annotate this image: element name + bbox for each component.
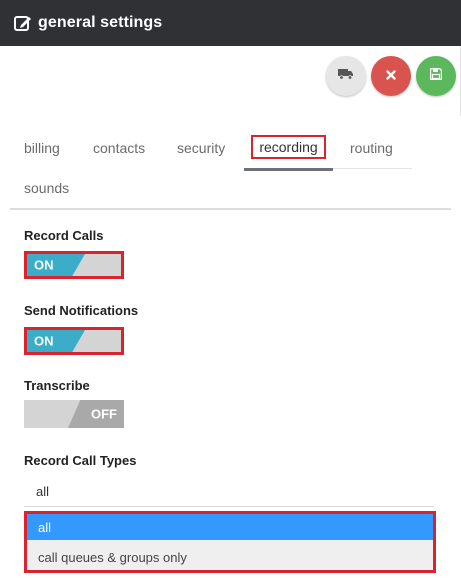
tab-sounds[interactable]: sounds [24,180,69,196]
truck-icon [338,67,354,85]
toggle-track: ON [27,330,121,352]
tab-recording[interactable]: recording [251,135,326,159]
toggle-state-label: ON [34,257,54,273]
edit-icon [14,14,32,32]
transcribe-toggle[interactable]: OFF [24,400,124,428]
send-notifications-toggle[interactable]: ON [24,327,124,355]
tab-contacts[interactable]: contacts [93,140,145,156]
tab-routing[interactable]: routing [350,140,393,156]
dropdown-option-call-queues[interactable]: call queues & groups only [27,544,433,570]
record-calls-toggle[interactable]: ON [24,251,124,279]
header-bar: general settings [0,0,461,46]
tabs-bottom-divider [10,208,451,210]
toggle-track: OFF [24,400,124,428]
truck-button[interactable] [326,56,366,96]
tab-security[interactable]: security [177,140,225,156]
cancel-button[interactable] [371,56,411,96]
page-title: general settings [38,14,163,31]
call-types-select[interactable]: all [36,484,49,499]
active-tab-indicator [244,168,333,171]
close-icon [386,67,396,85]
toggle-state-label: ON [34,333,54,349]
dropdown-option-all[interactable]: all [27,514,433,540]
send-notifications-label: Send Notifications [24,303,139,318]
record-call-types-label: Record Call Types [24,453,137,468]
save-icon [429,67,443,85]
toggle-track: ON [27,254,121,276]
tab-billing[interactable]: billing [24,140,60,156]
call-types-dropdown: all call queues & groups only [24,511,436,573]
save-button[interactable] [416,56,456,96]
transcribe-label: Transcribe [24,378,90,393]
record-calls-label: Record Calls [24,228,104,243]
select-underline [24,506,434,507]
toggle-state-label: OFF [91,406,117,422]
